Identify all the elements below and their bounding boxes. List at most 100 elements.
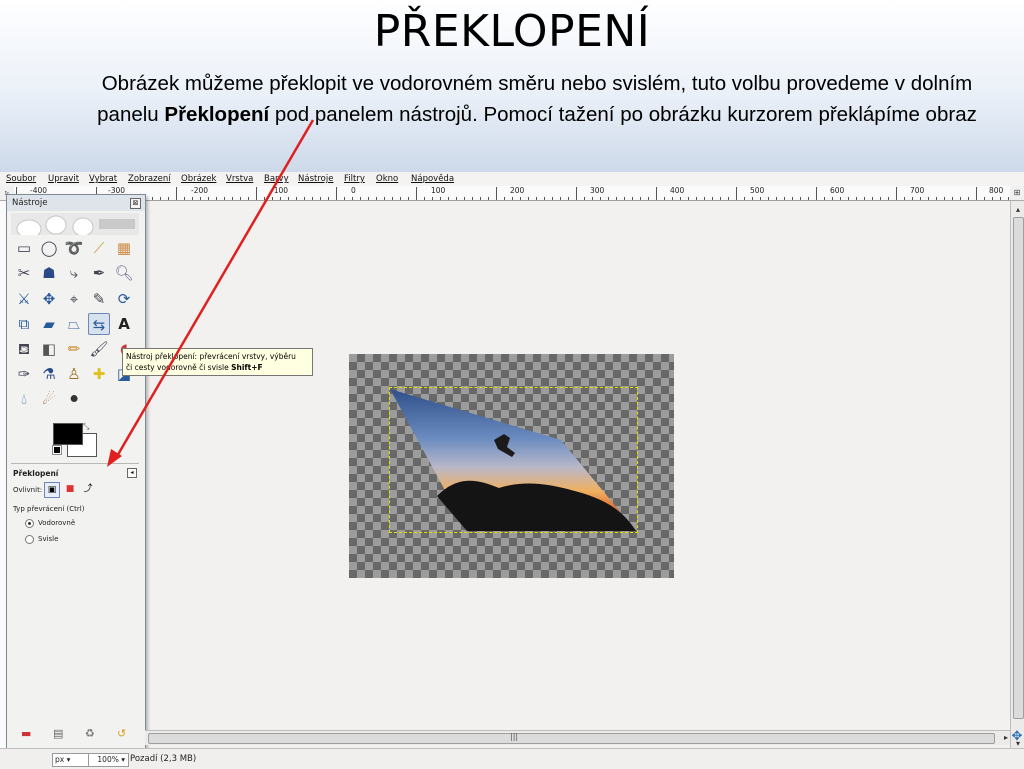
- menu-upravit[interactable]: Upravit: [48, 172, 79, 186]
- pencil-icon[interactable]: ✏: [63, 338, 85, 360]
- reset-options-icon[interactable]: ↺: [117, 727, 126, 741]
- ruler-label: 200: [510, 186, 525, 195]
- ruler-tick: [504, 197, 505, 200]
- paintbrush-icon[interactable]: 🖌︎: [88, 338, 110, 360]
- align-icon[interactable]: ⌖: [63, 288, 85, 310]
- delete-options-icon[interactable]: ♻: [85, 727, 95, 741]
- menu-obrazek[interactable]: Obrázek: [181, 172, 216, 186]
- ruler-tick: [344, 197, 345, 200]
- save-options-icon[interactable]: ▬: [21, 727, 31, 741]
- crop-icon[interactable]: ✎: [88, 288, 110, 310]
- unit-select[interactable]: px ▾: [52, 753, 90, 767]
- radio-dot[interactable]: [25, 535, 34, 544]
- affect-path-icon[interactable]: ⤴: [81, 482, 95, 496]
- ruler-tick: [296, 197, 297, 200]
- ruler-tick: [184, 197, 185, 200]
- ruler-tick: [840, 197, 841, 200]
- radio-dot-selected[interactable]: [25, 519, 34, 528]
- dodge-burn-icon[interactable]: ⚫: [63, 388, 85, 410]
- ruler-tick: [904, 197, 905, 200]
- slide-title: PŘEKLOPENÍ: [373, 6, 651, 57]
- lasso-icon[interactable]: ➰: [63, 237, 85, 259]
- horizontal-scrollbar[interactable]: ||| ▸: [145, 730, 1010, 745]
- ruler-tick: [776, 197, 777, 200]
- horizontal-scroll-thumb[interactable]: [148, 733, 995, 744]
- ruler-tick: [632, 197, 633, 200]
- menu-zobrazeni[interactable]: Zobrazení: [128, 172, 171, 186]
- text-icon[interactable]: A: [113, 313, 135, 335]
- radio-horizontal[interactable]: Vodorovně: [25, 518, 145, 529]
- reset-colors-icon[interactable]: [52, 445, 62, 455]
- airbrush-icon[interactable]: ✑: [13, 363, 35, 385]
- ruler-tick: [880, 197, 881, 200]
- zoom-select[interactable]: 100% ▾: [88, 753, 129, 767]
- radio-vertical-label: Svisle: [38, 535, 59, 543]
- ruler-tick: [592, 197, 593, 200]
- paths-icon[interactable]: ⤷: [63, 262, 85, 284]
- scissors-icon[interactable]: ✂: [13, 262, 35, 284]
- color-picker-icon[interactable]: ✒: [88, 262, 110, 284]
- navigate-icon[interactable]: ✥: [1010, 730, 1024, 744]
- close-icon[interactable]: ⊠: [130, 198, 141, 209]
- menu-nastroje[interactable]: Nástroje: [298, 172, 333, 186]
- menu-filtry[interactable]: Filtry: [344, 172, 365, 186]
- ruler-tick: [248, 197, 249, 200]
- ruler-tick: [736, 187, 737, 200]
- ellipse-select-icon[interactable]: ◯: [38, 237, 60, 259]
- ruler-tick: [960, 197, 961, 200]
- rect-select-icon[interactable]: ▭: [13, 237, 35, 259]
- swap-colors-icon[interactable]: ⤡: [83, 422, 89, 432]
- flip-icon[interactable]: ⇆: [88, 313, 110, 335]
- fuzzy-select-icon[interactable]: ⟋: [88, 237, 110, 259]
- radio-vertical[interactable]: Svisle: [25, 534, 145, 545]
- ruler-tick: [168, 197, 169, 200]
- ruler-tick: [600, 197, 601, 200]
- clone-icon[interactable]: ♙: [63, 363, 85, 385]
- foreground-select-icon[interactable]: ☗: [38, 262, 60, 284]
- color-select-icon[interactable]: ▦: [113, 237, 135, 259]
- blur-icon[interactable]: 💧︎: [13, 388, 35, 410]
- zoom-window-icon[interactable]: ⊞: [1010, 186, 1024, 201]
- toolbox-window: Nástroje ⊠ ▭ ◯ ➰ ⟋ ▦ ✂ ☗ ⤷ ✒ 🔍︎ ⚔ ✥ ⌖ ✎ …: [6, 194, 146, 752]
- blend-icon[interactable]: ◧: [38, 338, 60, 360]
- restore-options-icon[interactable]: ▤: [53, 727, 63, 741]
- measure-icon[interactable]: ⚔: [13, 288, 35, 310]
- ruler-tick: [232, 197, 233, 200]
- tool-options-menu-icon[interactable]: ◂: [127, 468, 137, 478]
- image-canvas[interactable]: [349, 354, 674, 578]
- vertical-scroll-thumb[interactable]: [1013, 217, 1024, 719]
- foreground-color-swatch[interactable]: [53, 423, 83, 445]
- affect-selection-icon[interactable]: ■: [63, 482, 77, 496]
- perspective-icon[interactable]: ⏢: [63, 313, 85, 335]
- smudge-icon[interactable]: ☄: [38, 388, 60, 410]
- ruler-label: 600: [830, 186, 845, 195]
- ruler-tick: [520, 197, 521, 200]
- fg-bg-color-selector[interactable]: ⤡: [52, 422, 99, 459]
- affect-layer-icon[interactable]: ▣: [44, 482, 60, 498]
- menu-okno[interactable]: Okno: [376, 172, 398, 186]
- zoom-icon[interactable]: 🔍︎: [113, 262, 135, 284]
- ruler-tick: [720, 197, 721, 200]
- menu-soubor[interactable]: Soubor: [6, 172, 36, 186]
- heal-icon[interactable]: ✚: [88, 363, 110, 385]
- menu-vybrat[interactable]: Vybrat: [89, 172, 117, 186]
- menu-napoveda[interactable]: Nápověda: [411, 172, 454, 186]
- menu-barvy[interactable]: Barvy: [264, 172, 289, 186]
- radio-horizontal-label: Vodorovně: [38, 519, 76, 527]
- move-icon[interactable]: ✥: [38, 288, 60, 310]
- ruler-label: 500: [750, 186, 765, 195]
- ruler-tick: [992, 197, 993, 200]
- ruler-tick: [616, 197, 617, 200]
- ruler-tick: [952, 197, 953, 200]
- affect-label: Ovlivnit:: [13, 486, 43, 494]
- scroll-up-icon[interactable]: ▴: [1011, 204, 1024, 216]
- shear-icon[interactable]: ▰: [38, 313, 60, 335]
- scroll-right-icon[interactable]: ▸: [1004, 731, 1008, 745]
- ink-icon[interactable]: ⚗: [38, 363, 60, 385]
- bucket-fill-icon[interactable]: ⛾: [13, 338, 35, 360]
- menu-vrstva[interactable]: Vrstva: [226, 172, 253, 186]
- rotate-icon[interactable]: ⟳: [113, 288, 135, 310]
- vertical-scrollbar[interactable]: ▴ ▾: [1010, 201, 1024, 752]
- ruler-tick: [480, 197, 481, 200]
- scale-icon[interactable]: ⧉: [13, 313, 35, 335]
